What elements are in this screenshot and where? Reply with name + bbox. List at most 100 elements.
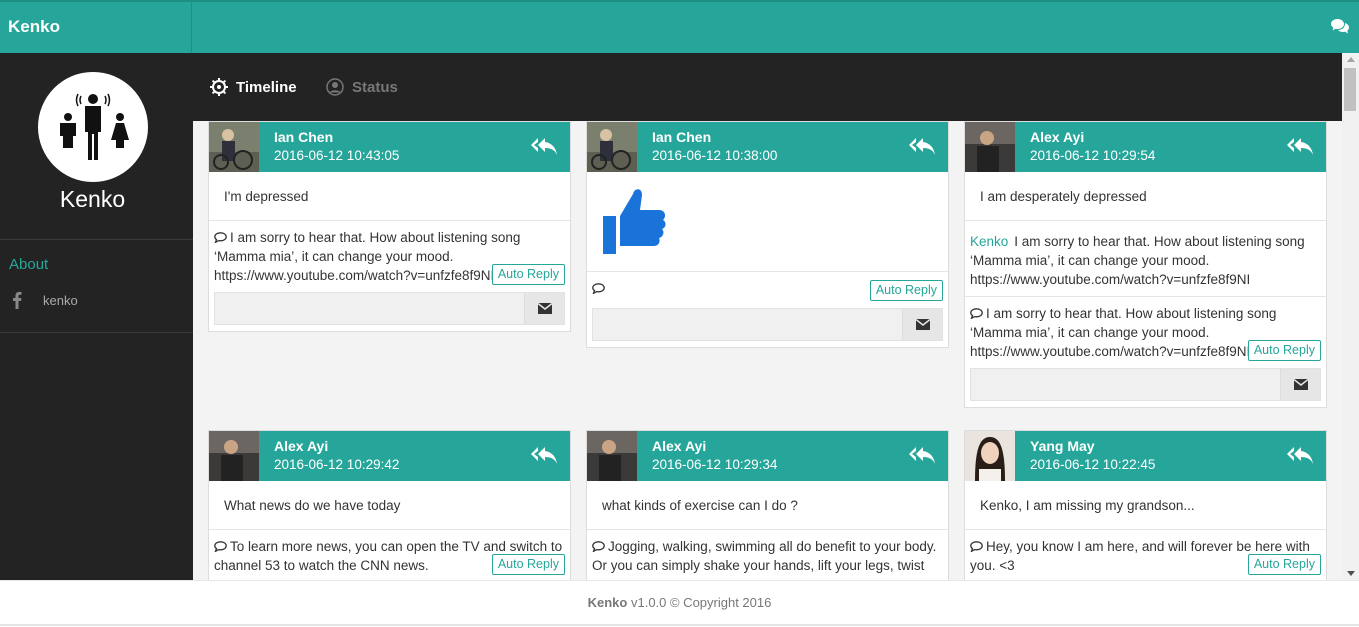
post-message: I am desperately depressed [965,172,1326,221]
settings-wheel-icon [210,78,228,96]
reply-all-icon[interactable] [1286,445,1314,465]
envelope-icon [1294,379,1308,390]
facebook-link[interactable]: kenko [43,293,78,308]
send-button[interactable] [902,309,942,340]
user-photo [209,431,259,481]
comments-icon[interactable] [1331,18,1349,34]
post-header: Alex Ayi 2016-06-12 10:29:54 [965,122,1326,172]
profile-avatar[interactable] [38,72,148,182]
reply-all-icon[interactable] [908,136,936,156]
divider [0,239,193,240]
post-username: Ian Chen [274,129,334,145]
post-header: Ian Chen 2016-06-12 10:38:00 [587,122,948,172]
user-photo [965,122,1015,172]
post-card: Alex Ayi 2016-06-12 10:29:42 What news d… [208,430,571,580]
divider [0,624,1359,626]
reply-item: To learn more news, you can open the TV … [209,530,570,580]
reply-item: Jogging, walking, swimming all do benefi… [587,530,948,580]
comment-bubble-icon [214,541,227,552]
post-username: Yang May [1030,438,1095,454]
reply-item: I am sorry to hear that. How about liste… [965,297,1326,368]
post-timestamp: 2016-06-12 10:29:42 [274,457,400,472]
post-header: Yang May 2016-06-12 10:22:45 [965,431,1326,481]
reply-item: I am sorry to hear that. How about liste… [209,221,570,292]
user-photo [965,431,1015,481]
post-header: Alex Ayi 2016-06-12 10:29:34 [587,431,948,481]
facebook-icon[interactable] [12,291,22,309]
reply-all-icon[interactable] [908,445,936,465]
post-username: Alex Ayi [1030,129,1085,145]
comment-bubble-icon [214,232,227,243]
vertical-scrollbar[interactable] [1342,53,1359,580]
auto-reply-button[interactable]: Auto Reply [1247,554,1321,575]
brand-logo[interactable]: Kenko [0,2,192,53]
post-card: Ian Chen 2016-06-12 10:43:05 I'm depress… [208,121,571,332]
reply-text: I am sorry to hear that. How about liste… [214,230,521,283]
reply-text: I am sorry to hear that. How about liste… [970,234,1305,287]
reply-all-icon[interactable] [1286,136,1314,156]
reply-text: I am sorry to hear that. How about liste… [970,306,1277,359]
tab-status[interactable]: Status [326,78,398,96]
tab-label: Timeline [236,78,297,96]
user-photo [209,122,259,172]
envelope-icon [916,319,930,330]
auto-reply-button[interactable]: Auto Reply [491,264,565,285]
post-timestamp: 2016-06-12 10:22:45 [1030,457,1156,472]
user-circle-icon [326,78,344,96]
tab-timeline[interactable]: Timeline [210,78,297,96]
post-message: What news do we have today [209,481,570,530]
post-card: Ian Chen 2016-06-12 10:38:00 Auto Reply [586,121,949,348]
reply-item: Auto Reply [587,272,948,308]
user-photo [587,122,637,172]
post-timestamp: 2016-06-12 10:29:54 [1030,148,1156,163]
post-header: Ian Chen 2016-06-12 10:43:05 [209,122,570,172]
post-message: what kinds of exercise can I do ? [587,481,948,530]
post-message: I'm depressed [209,172,570,221]
post-timestamp: 2016-06-12 10:38:00 [652,148,778,163]
reply-input[interactable] [214,292,565,325]
tabs-bar: Timeline Status [193,53,1342,121]
reply-input[interactable] [592,308,943,341]
reply-item: Kenko I am sorry to hear that. How about … [965,221,1326,297]
post-username: Ian Chen [652,129,712,145]
auto-reply-button[interactable]: Auto Reply [491,554,565,575]
post-card: Alex Ayi 2016-06-12 10:29:34 what kinds … [586,430,949,580]
scroll-up-arrow-icon[interactable] [1347,57,1355,62]
comment-bubble-icon [592,541,605,552]
post-card: Alex Ayi 2016-06-12 10:29:54 I am desper… [964,121,1327,408]
thumbs-up-icon [603,189,666,254]
tab-label: Status [352,78,398,96]
timeline-content: Ian Chen 2016-06-12 10:43:05 I'm depress… [193,121,1342,580]
scroll-down-arrow-icon[interactable] [1347,571,1355,576]
auto-reply-button[interactable]: Auto Reply [869,280,943,301]
reply-text: Jogging, walking, swimming all do benefi… [592,539,937,573]
auto-reply-button[interactable]: Auto Reply [1247,340,1321,361]
comment-bubble-icon [970,541,983,552]
post-header: Alex Ayi 2016-06-12 10:29:42 [209,431,570,481]
envelope-icon [538,303,552,314]
profile-name: Kenko [59,186,126,212]
reply-all-icon[interactable] [530,445,558,465]
post-card: Yang May 2016-06-12 10:22:45 Kenko, I am… [964,430,1327,580]
send-button[interactable] [1280,369,1320,400]
user-photo [587,431,637,481]
send-button[interactable] [524,293,564,324]
comment-bubble-icon [970,308,983,319]
about-link[interactable]: About [9,256,48,273]
post-timestamp: 2016-06-12 10:43:05 [274,148,400,163]
scroll-thumb[interactable] [1344,68,1356,111]
post-username: Alex Ayi [652,438,707,454]
family-icon [60,93,129,160]
reply-all-icon[interactable] [530,136,558,156]
footer: Kenko v1.0.0 © Copyright 2016 [0,580,1359,627]
reply-item: Hey, you know I am here, and will foreve… [965,530,1326,580]
top-navbar: Kenko [0,0,1359,53]
reply-author[interactable]: Kenko [970,234,1008,249]
post-timestamp: 2016-06-12 10:29:34 [652,457,778,472]
comment-bubble-icon [592,283,605,294]
reply-input[interactable] [970,368,1321,401]
post-message: Kenko, I am missing my grandson... [965,481,1326,530]
divider [0,332,193,333]
footer-brand: Kenko [587,595,628,610]
sidebar: Kenko About kenko [0,53,193,580]
